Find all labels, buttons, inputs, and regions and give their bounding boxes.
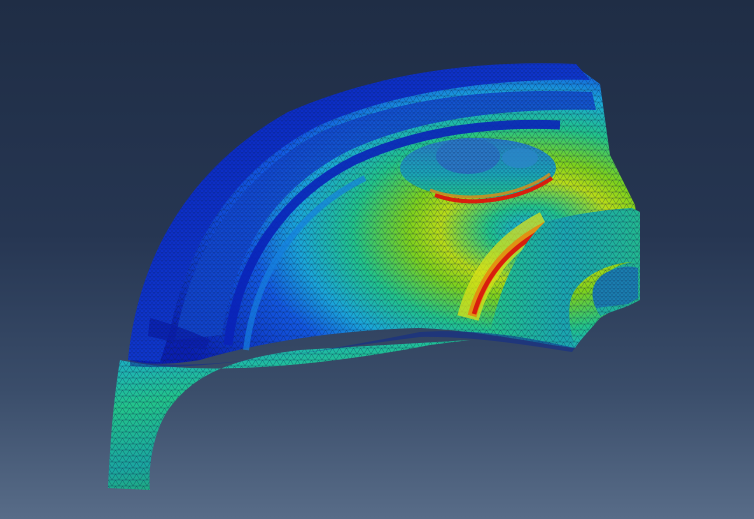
graphics-viewport[interactable] [0,0,754,519]
fem-model-render[interactable] [0,0,754,519]
